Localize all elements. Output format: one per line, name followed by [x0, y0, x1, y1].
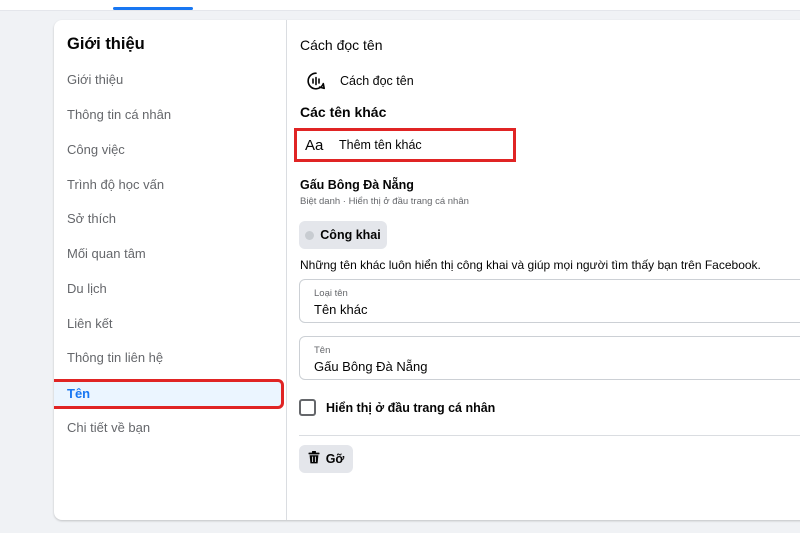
other-names-info-text: Những tên khác luôn hiển thị công khai v…	[300, 258, 761, 272]
pronunciation-section-title: Cách đọc tên	[300, 37, 383, 53]
sidebar-item-overview[interactable]: Giới thiệu	[54, 67, 282, 93]
sidebar-item-hobbies[interactable]: Sở thích	[54, 206, 282, 232]
remove-button-label: Gỡ	[325, 452, 345, 466]
about-card: Giới thiệu Giới thiệu Thông tin cá nhân …	[54, 20, 800, 520]
font-aa-icon: Aa	[305, 136, 324, 154]
section-divider	[299, 435, 800, 436]
remove-button[interactable]: Gỡ	[299, 445, 353, 473]
sidebar-item-interests[interactable]: Mối quan tâm	[54, 241, 282, 267]
show-at-top-checkbox[interactable]	[299, 399, 316, 416]
sound-wave-icon	[300, 71, 332, 91]
about-sidebar: Giới thiệu Giới thiệu Thông tin cá nhân …	[54, 20, 287, 520]
pronunciation-item-label: Cách đọc tên	[340, 74, 414, 88]
name-type-value: Tên khác	[314, 302, 368, 317]
top-navigation-bar	[0, 0, 800, 11]
nickname-value: Gấu Bông Đà Nẵng	[300, 178, 414, 192]
trash-icon	[308, 451, 320, 467]
sidebar-item-personal-info[interactable]: Thông tin cá nhân	[54, 102, 282, 128]
names-panel: Cách đọc tên Cách đọc tên Các tên khác A…	[287, 20, 800, 520]
name-type-select[interactable]: Loại tên Tên khác	[299, 279, 800, 323]
globe-icon	[305, 230, 315, 240]
sidebar-item-travel[interactable]: Du lịch	[54, 276, 282, 302]
show-at-top-label: Hiển thị ở đầu trang cá nhân	[326, 400, 496, 415]
sidebar-title: Giới thiệu	[67, 35, 145, 53]
add-other-name-button[interactable]: Aa Thêm tên khác	[294, 128, 516, 162]
name-type-label: Loại tên	[314, 288, 348, 299]
privacy-public-button[interactable]: Công khai	[299, 221, 387, 249]
sidebar-item-details-about-you[interactable]: Chi tiết về bạn	[54, 415, 282, 441]
name-input-label: Tên	[314, 345, 331, 356]
pronunciation-item[interactable]: Cách đọc tên	[300, 71, 414, 91]
sidebar-item-names[interactable]: Tên	[54, 379, 284, 409]
name-input-value: Gấu Bông Đà Nẵng	[314, 359, 428, 374]
sidebar-item-links[interactable]: Liên kết	[54, 311, 282, 337]
sidebar-item-work[interactable]: Công việc	[54, 137, 282, 163]
privacy-button-label: Công khai	[320, 228, 381, 242]
show-at-top-option[interactable]: Hiển thị ở đầu trang cá nhân	[299, 399, 495, 416]
sidebar-item-education[interactable]: Trình độ học vấn	[54, 172, 282, 198]
add-other-name-label: Thêm tên khác	[339, 138, 422, 152]
name-input[interactable]: Tên Gấu Bông Đà Nẵng	[299, 336, 800, 380]
other-names-section-title: Các tên khác	[300, 104, 387, 120]
nickname-subtitle: Biệt danh · Hiển thị ở đầu trang cá nhân	[300, 196, 469, 207]
active-tab-indicator	[113, 7, 193, 10]
sidebar-item-contact-info[interactable]: Thông tin liên hệ	[54, 345, 282, 371]
